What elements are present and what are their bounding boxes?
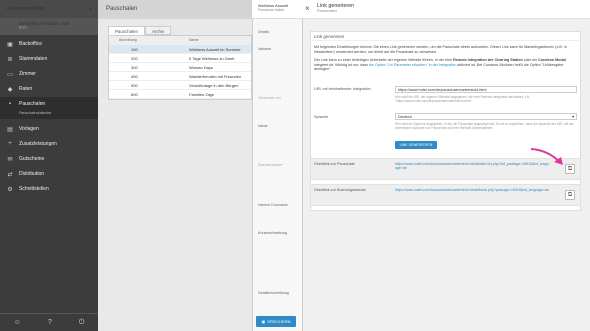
sidebar-subitem-kalender[interactable]: Pauschalenkalender xyxy=(0,111,98,119)
url-label: URL mit beinhaltender Integration xyxy=(314,87,371,91)
language-label: Sprache xyxy=(314,115,329,119)
sidebar-header[interactable]: Hotelverwaltung ▾ xyxy=(0,0,98,18)
table-row[interactable]: 600 Familien-Tage xyxy=(109,90,251,99)
table-row[interactable]: 500 Verwöhntage in den Bergen xyxy=(109,81,251,90)
copy-icon[interactable]: ⧉ xyxy=(565,164,575,174)
card-title: Link generieren xyxy=(310,31,581,41)
logout-icon[interactable]: ⏻ xyxy=(79,319,85,327)
direct-link-package[interactable]: https://www.hotel.com/de/pauschalenueber… xyxy=(395,162,550,170)
sidebar-item-zusatzleistungen[interactable]: + Zusatzleistungen xyxy=(0,137,98,151)
package-table: Anordnung Name 100 Wellness Auszeit im Som… xyxy=(108,35,252,100)
link-panel-header: Link generieren Pauschalen xyxy=(302,0,590,19)
field-label: Verwende von xyxy=(258,96,281,100)
annotation-arrow-icon xyxy=(530,148,563,165)
direct-link-booking[interactable]: https://www.hotel.com/de/pauschalenueber… xyxy=(395,188,550,192)
gift-icon: ▪ xyxy=(8,101,12,107)
database-icon: ≣ xyxy=(7,56,13,63)
plus-icon: + xyxy=(8,141,12,147)
url-hint: Hier wird die URL der eigenen Website an… xyxy=(395,95,530,103)
tag-icon: ◆ xyxy=(7,86,13,93)
help-icon[interactable]: ? xyxy=(48,319,52,326)
integration-text: Der Link kann zu einer beliebigen Unters… xyxy=(314,58,567,72)
table-header: Anordnung Name xyxy=(109,36,251,45)
panel-subtitle: Pauschalen xyxy=(317,9,337,13)
chevron-down-icon[interactable]: ▾ xyxy=(89,6,92,12)
url-input[interactable]: https://www.hotel.com/de/pauschalenueber… xyxy=(395,86,577,93)
sidebar-item-raten[interactable]: ◆ Raten xyxy=(0,82,98,96)
sidebar-footer: ☺ ? ⏻ xyxy=(0,313,98,331)
table-row[interactable]: 300 Woman Days xyxy=(109,63,251,72)
option-link[interactable]: die Option "Url Parameter erlauben" in d… xyxy=(369,63,456,67)
plug-icon: ⚙ xyxy=(7,186,13,193)
sidebar-item-vorlagen[interactable]: ▤ Vorlagen xyxy=(0,122,98,136)
field-label: Detailbeschreibung xyxy=(258,291,289,295)
sidebar-item-schnittstellen[interactable]: ⚙ Schnittstellen xyxy=(0,182,98,196)
user-icon[interactable]: ☺ xyxy=(14,319,21,326)
copy-icon[interactable]: ⧉ xyxy=(565,190,575,200)
voucher-icon: ✉ xyxy=(7,156,13,163)
field-label: Name xyxy=(258,124,268,128)
sidebar-item-backoffice[interactable]: ▣ Backoffice xyxy=(0,37,98,51)
tab-pauschalen[interactable]: Pauschalen xyxy=(108,26,145,35)
template-icon: ▤ xyxy=(7,126,13,133)
sidebar-item-gutscheine[interactable]: ✉ Gutscheine xyxy=(0,152,98,166)
bed-icon: ▭ xyxy=(7,71,13,78)
field-label: Variante xyxy=(258,47,272,51)
chevron-down-icon: ▾ xyxy=(572,115,574,119)
table-row[interactable]: 200 5 Tage Wellness zu Zweit xyxy=(109,54,251,63)
tab-archiv[interactable]: Archiv xyxy=(144,26,172,35)
field-label: Interner Kurzname xyxy=(258,203,288,207)
details-header: Wellness Auszeit Pauschale Kalkul xyxy=(252,0,302,19)
table-row[interactable]: 400 Wanderfreuden mit Freunden xyxy=(109,72,251,81)
save-icon: ▣ xyxy=(261,319,266,324)
intro-text: Mit folgenden Einstellungen können Sie e… xyxy=(314,45,567,54)
tab-bar: Pauschalen Archiv xyxy=(108,26,172,35)
save-button[interactable]: ▣ SPEICHERN xyxy=(256,316,296,327)
hotel-sub: TEST xyxy=(18,26,28,30)
briefcase-icon: ▣ xyxy=(7,41,13,48)
table-row[interactable]: 100 Wellness Auszeit im Sommer xyxy=(109,45,251,54)
sidebar-item-pauschalen[interactable]: ▪ Pauschalen xyxy=(0,97,98,111)
direct-link-label: Direktlink zur Pauschale xyxy=(314,162,355,166)
booking-link-label: Direktlink zur Buchungsstrecke xyxy=(314,188,367,192)
language-select[interactable]: Deutsch ▾ xyxy=(395,113,577,120)
hotel-selector[interactable]: Verkaufshotel Blaue Linde TEST xyxy=(0,18,98,35)
details-section: Details xyxy=(258,30,269,34)
field-label: Standardname* xyxy=(258,163,283,167)
close-icon[interactable]: × xyxy=(305,4,310,13)
sidebar-item-distribution[interactable]: ⇄ Distribution xyxy=(0,167,98,181)
share-icon: ⇄ xyxy=(7,171,13,178)
sidebar-item-stammdaten[interactable]: ≣ Stammdaten xyxy=(0,52,98,66)
sidebar-item-zimmer[interactable]: ▭ Zimmer xyxy=(0,67,98,81)
app-title: Hotelverwaltung xyxy=(7,6,45,12)
generate-link-button[interactable]: LINK GENERIEREN xyxy=(395,141,437,149)
details-subtitle: Pauschale Kalkul xyxy=(258,8,285,12)
language-hint: Hier wird die Sprache angegeben, in der … xyxy=(395,122,574,130)
field-label: Kurzbeschreibung xyxy=(258,231,287,235)
